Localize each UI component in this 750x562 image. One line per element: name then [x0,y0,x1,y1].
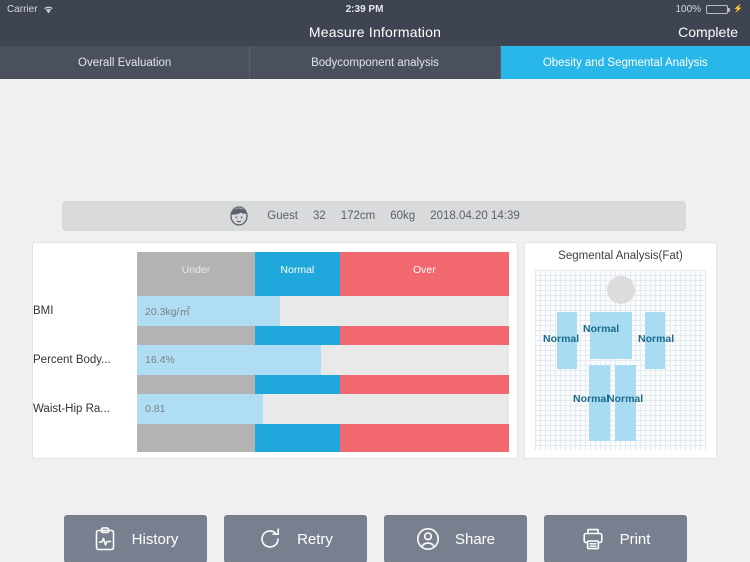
user-height: 172cm [340,210,376,222]
segmental-body-diagram: Normal Normal Normal Normal Normal [535,270,706,450]
row-label-bmi: BMI [33,305,54,317]
print-button-label: Print [619,530,651,548]
segment-label-left-leg: Normal [573,393,610,405]
tab-overall-evaluation[interactable]: Overall Evaluation [0,46,251,79]
status-left: Carrier [7,4,54,15]
row-label-waist-hip-ratio: Waist-Hip Ra... [33,403,110,415]
tab-bodycomponent-analysis[interactable]: Bodycomponent analysis [250,46,501,79]
status-bar: Carrier 2:39 PM 100% ⚡ [0,0,750,18]
refresh-circle-icon [257,526,283,552]
obesity-zone-chart: Under Normal Over 20.3kg/㎡ 16.4% 0.81 [137,252,509,452]
user-name: Guest [267,210,298,222]
tab-obesity-segmental-analysis[interactable]: Obesity and Segmental Analysis [500,46,750,79]
wifi-icon [43,5,54,14]
segment-label-right-leg: Normal [607,393,644,405]
battery-full-icon [706,4,731,14]
share-button-label: Share [454,530,496,548]
complete-button[interactable]: Complete [678,24,738,40]
chart-bars: 20.3kg/㎡ 16.4% 0.81 [137,252,509,452]
history-button[interactable]: History [63,515,207,562]
share-button[interactable]: Share [383,515,527,562]
row-label-percent-body-fat: Percent Body... [33,354,111,366]
user-face-icon [228,205,250,227]
body-head-icon [606,276,635,304]
carrier-label: Carrier [7,3,38,15]
battery-percent-label: 100% [675,3,702,15]
page-title: Measure Information [308,24,442,40]
segmental-analysis-card: Segmental Analysis(Fat) Normal Normal No… [524,242,717,459]
user-info-bar[interactable]: Guest 32 172cm 60kg 2018.04.20 14:39 [62,201,686,231]
status-right: 100% ⚡ [675,4,743,15]
status-time: 2:39 PM [345,3,384,15]
segment-label-trunk: Normal [583,323,620,335]
segment-label-right-arm: Normal [638,333,675,345]
chart-row-labels: BMI Percent Body... Waist-Hip Ra... [33,252,137,452]
tab-bar: Overall Evaluation Bodycomponent analysi… [0,46,750,79]
history-button-label: History [131,530,179,548]
value-waist-hip-ratio: 0.81 [145,403,166,415]
obesity-analysis-card: BMI Percent Body... Waist-Hip Ra... Unde… [32,242,518,459]
body-part-trunk [590,312,632,359]
action-button-bar: History Retry Share Print [0,515,750,562]
print-button[interactable]: Print [543,515,687,562]
segment-label-left-arm: Normal [543,333,580,345]
user-age: 32 [312,210,326,222]
value-percent-body-fat: 16.4% [145,354,175,366]
user-weight: 60kg [390,210,416,222]
value-bmi: 20.3kg/㎡ [145,305,190,318]
clipboard-chart-icon [92,526,118,552]
person-circle-icon [415,526,441,552]
retry-button-label: Retry [297,530,333,548]
app-root: Carrier 2:39 PM 100% ⚡ Measure Informati… [0,0,750,562]
nav-bar: Measure Information Complete [0,18,750,46]
retry-button[interactable]: Retry [223,515,367,562]
content-area: Guest 32 172cm 60kg 2018.04.20 14:39 BMI… [0,79,750,562]
charging-bolt-icon: ⚡ [733,4,743,13]
printer-icon [580,526,606,552]
segmental-title: Segmental Analysis(Fat) [558,250,683,262]
measure-datetime: 2018.04.20 14:39 [430,210,520,222]
